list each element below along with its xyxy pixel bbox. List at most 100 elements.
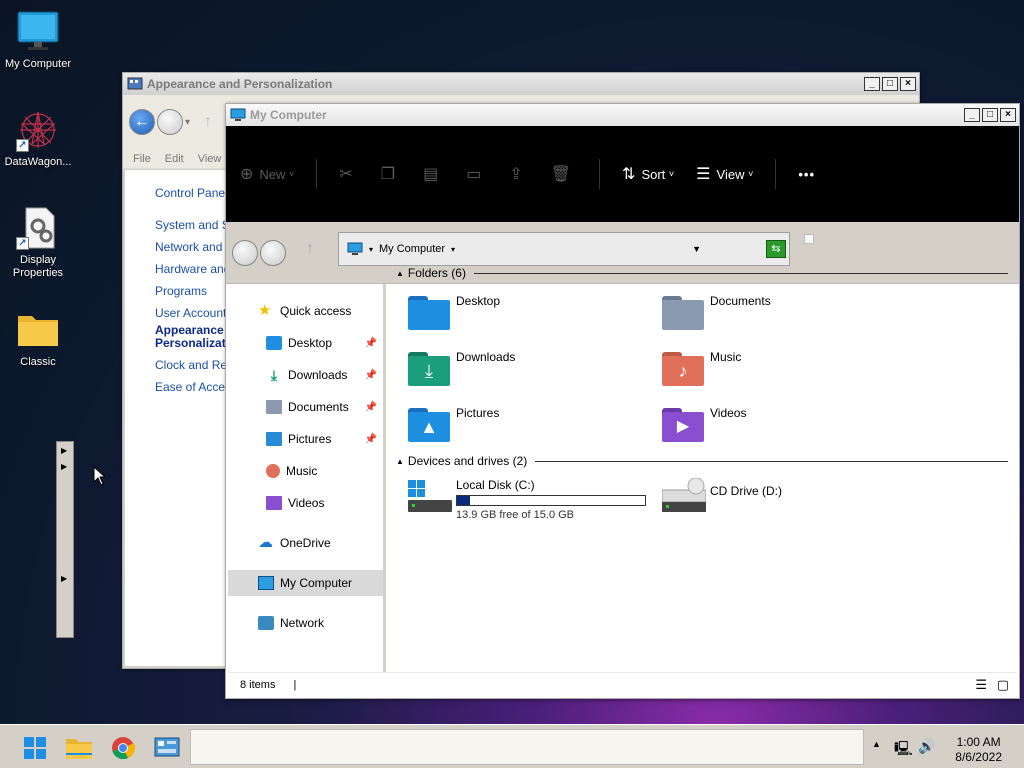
nav-my-computer[interactable]: My Computer xyxy=(228,570,383,596)
up-arrow-icon[interactable]: ↑ xyxy=(204,113,212,131)
folder-pictures[interactable]: ▲ Pictures xyxy=(408,406,499,442)
chevron-down-icon[interactable]: ▾ xyxy=(369,245,373,254)
nav-documents[interactable]: Documents 📌 xyxy=(228,394,383,420)
group-header-folders[interactable]: ▲ Folders (6) xyxy=(396,266,1008,280)
address-dropdown-icon[interactable]: ▼ xyxy=(692,244,701,254)
folder-documents[interactable]: Documents xyxy=(662,294,771,330)
pin-icon[interactable]: 📌 xyxy=(365,434,377,445)
monitor-icon xyxy=(258,576,274,590)
link-programs[interactable]: Programs xyxy=(155,280,235,302)
new-button[interactable]: ⊕ New ˅ xyxy=(240,159,294,189)
nav-label: Pictures xyxy=(288,432,332,446)
side-toolbar[interactable]: ▶ ▶ ▶ xyxy=(56,441,74,638)
datawagon-logo-icon: ↗ xyxy=(16,108,60,152)
chevron-down-icon[interactable]: ▾ xyxy=(451,245,455,254)
view-label: View xyxy=(716,166,745,182)
taskbar-window-area[interactable] xyxy=(190,729,864,765)
pin-icon[interactable]: 📌 xyxy=(365,338,377,349)
link-appearance-current[interactable]: AppearancePersonalizat xyxy=(155,324,235,354)
copy-button[interactable]: ❐ xyxy=(381,159,401,189)
details-view-icon[interactable]: ☰ xyxy=(975,677,987,693)
forward-button[interactable] xyxy=(157,109,183,135)
copy-icon: ❐ xyxy=(380,166,396,183)
chevron-down-icon: ˅ xyxy=(289,169,295,179)
speaker-icon[interactable]: 🔊 xyxy=(918,738,935,755)
view-button[interactable]: ☰ View ˅ xyxy=(696,159,753,189)
menu-edit[interactable]: Edit xyxy=(165,153,184,165)
desktop-icon-classic[interactable]: Classic xyxy=(0,308,76,369)
refresh-button[interactable]: ⇆ xyxy=(766,240,786,258)
share-icon: ⇪ xyxy=(509,166,523,183)
minimize-button[interactable]: _ xyxy=(964,108,980,122)
menu-file[interactable]: File xyxy=(133,153,151,165)
file-explorer-taskbar-button[interactable] xyxy=(62,731,96,765)
my-computer-window[interactable]: My Computer _ □ × ⊕ New ˅ ✂ ❐ ▤ ▭ ⇪ 🗑 ⇅ So… xyxy=(225,103,1020,699)
videos-folder-icon: ▶ xyxy=(662,406,706,442)
minimize-button[interactable]: _ xyxy=(864,77,880,91)
cut-button[interactable]: ✂ xyxy=(339,159,358,189)
folder-label: Desktop xyxy=(456,294,501,308)
rename-button[interactable]: ▭ xyxy=(466,159,487,189)
nav-music[interactable]: Music xyxy=(228,458,383,484)
more-options-button[interactable]: ••• xyxy=(798,159,815,189)
pin-icon[interactable]: 📌 xyxy=(365,370,377,381)
desktop-icon-display-properties[interactable]: ↗ Display Properties xyxy=(0,206,76,280)
chevron-down-icon[interactable]: ▾ xyxy=(185,117,190,128)
folder-desktop[interactable]: Desktop xyxy=(408,294,500,330)
link-hardware-sound[interactable]: Hardware and xyxy=(155,258,235,280)
back-button[interactable] xyxy=(232,239,258,266)
start-button[interactable] xyxy=(18,731,52,765)
chevron-right-icon[interactable]: ▶ xyxy=(61,574,67,583)
divider xyxy=(775,159,777,189)
window-titlebar[interactable]: My Computer _ □ × xyxy=(226,104,1019,126)
link-system-security[interactable]: System and Se xyxy=(155,214,235,236)
desktop-icon-my-computer[interactable]: My Computer xyxy=(0,10,76,71)
control-panel-taskbar-button[interactable] xyxy=(150,731,184,765)
menu-view[interactable]: View xyxy=(198,153,222,165)
forward-button[interactable] xyxy=(260,239,286,266)
chevron-right-icon[interactable]: ▶ xyxy=(61,446,67,455)
nav-pictures[interactable]: Pictures 📌 xyxy=(228,426,383,452)
nav-quick-access[interactable]: ★ Quick access xyxy=(228,298,383,324)
sort-button[interactable]: ⇅ Sort ˅ xyxy=(622,159,674,189)
folder-music[interactable]: ♪ Music xyxy=(662,350,741,386)
share-button[interactable]: ⇪ xyxy=(509,159,528,189)
maximize-button[interactable]: □ xyxy=(882,77,898,91)
back-button[interactable]: ← xyxy=(129,109,155,135)
nav-desktop[interactable]: Desktop 📌 xyxy=(228,330,383,356)
desktop-icon-datawagon[interactable]: ↗ DataWagon... xyxy=(0,108,76,169)
up-arrow-icon[interactable]: ↑ xyxy=(306,240,314,258)
link-network-internet[interactable]: Network and Ir xyxy=(155,236,235,258)
link-ease-of-access[interactable]: Ease of Access xyxy=(155,376,235,398)
drive-d[interactable]: CD Drive (D:) xyxy=(661,477,782,514)
group-header-drives[interactable]: ▲ Devices and drives (2) xyxy=(396,454,1008,468)
chrome-taskbar-button[interactable] xyxy=(106,731,140,765)
more-icon: ••• xyxy=(798,166,816,182)
close-button[interactable]: × xyxy=(1000,108,1016,122)
link-control-panel-home[interactable]: Control Panel H xyxy=(155,182,235,204)
folder-videos[interactable]: ▶ Videos xyxy=(662,406,746,442)
nav-downloads[interactable]: ⤓ Downloads 📌 xyxy=(228,362,383,388)
clock[interactable]: 1:00 AM 8/6/2022 xyxy=(955,735,1002,765)
link-user-accounts[interactable]: User Accounts xyxy=(155,302,235,324)
address-field[interactable]: ▾ My Computer ▾ ▼ xyxy=(338,232,790,266)
maximize-button[interactable]: □ xyxy=(982,108,998,122)
paste-button[interactable]: ▤ xyxy=(423,159,444,189)
pin-icon[interactable]: 📌 xyxy=(365,402,377,413)
nav-onedrive[interactable]: ☁ OneDrive xyxy=(228,530,383,556)
nav-network[interactable]: Network xyxy=(228,610,383,636)
large-icons-view-icon[interactable]: ▢ xyxy=(997,677,1009,693)
nav-videos[interactable]: Videos xyxy=(228,490,383,516)
close-button[interactable]: × xyxy=(900,77,916,91)
network-icon[interactable]: 🖳 xyxy=(894,738,913,762)
drive-c[interactable]: Local Disk (C:) 13.9 GB free of 15.0 GB xyxy=(408,478,646,521)
content-area: ▲ Folders (6) Desktop Documents ⤓ Downlo… xyxy=(388,266,1017,674)
chevron-right-icon[interactable]: ▶ xyxy=(61,462,67,471)
folder-downloads[interactable]: ⤓ Downloads xyxy=(408,350,515,386)
window-titlebar[interactable]: Appearance and Personalization _ □ × xyxy=(123,73,919,95)
search-toggle[interactable] xyxy=(804,234,814,244)
link-clock-region[interactable]: Clock and Regi xyxy=(155,354,235,376)
folder-label: Pictures xyxy=(456,406,500,420)
show-hidden-icons-button[interactable]: ▲ xyxy=(872,739,881,749)
delete-button[interactable]: 🗑 xyxy=(551,159,577,189)
